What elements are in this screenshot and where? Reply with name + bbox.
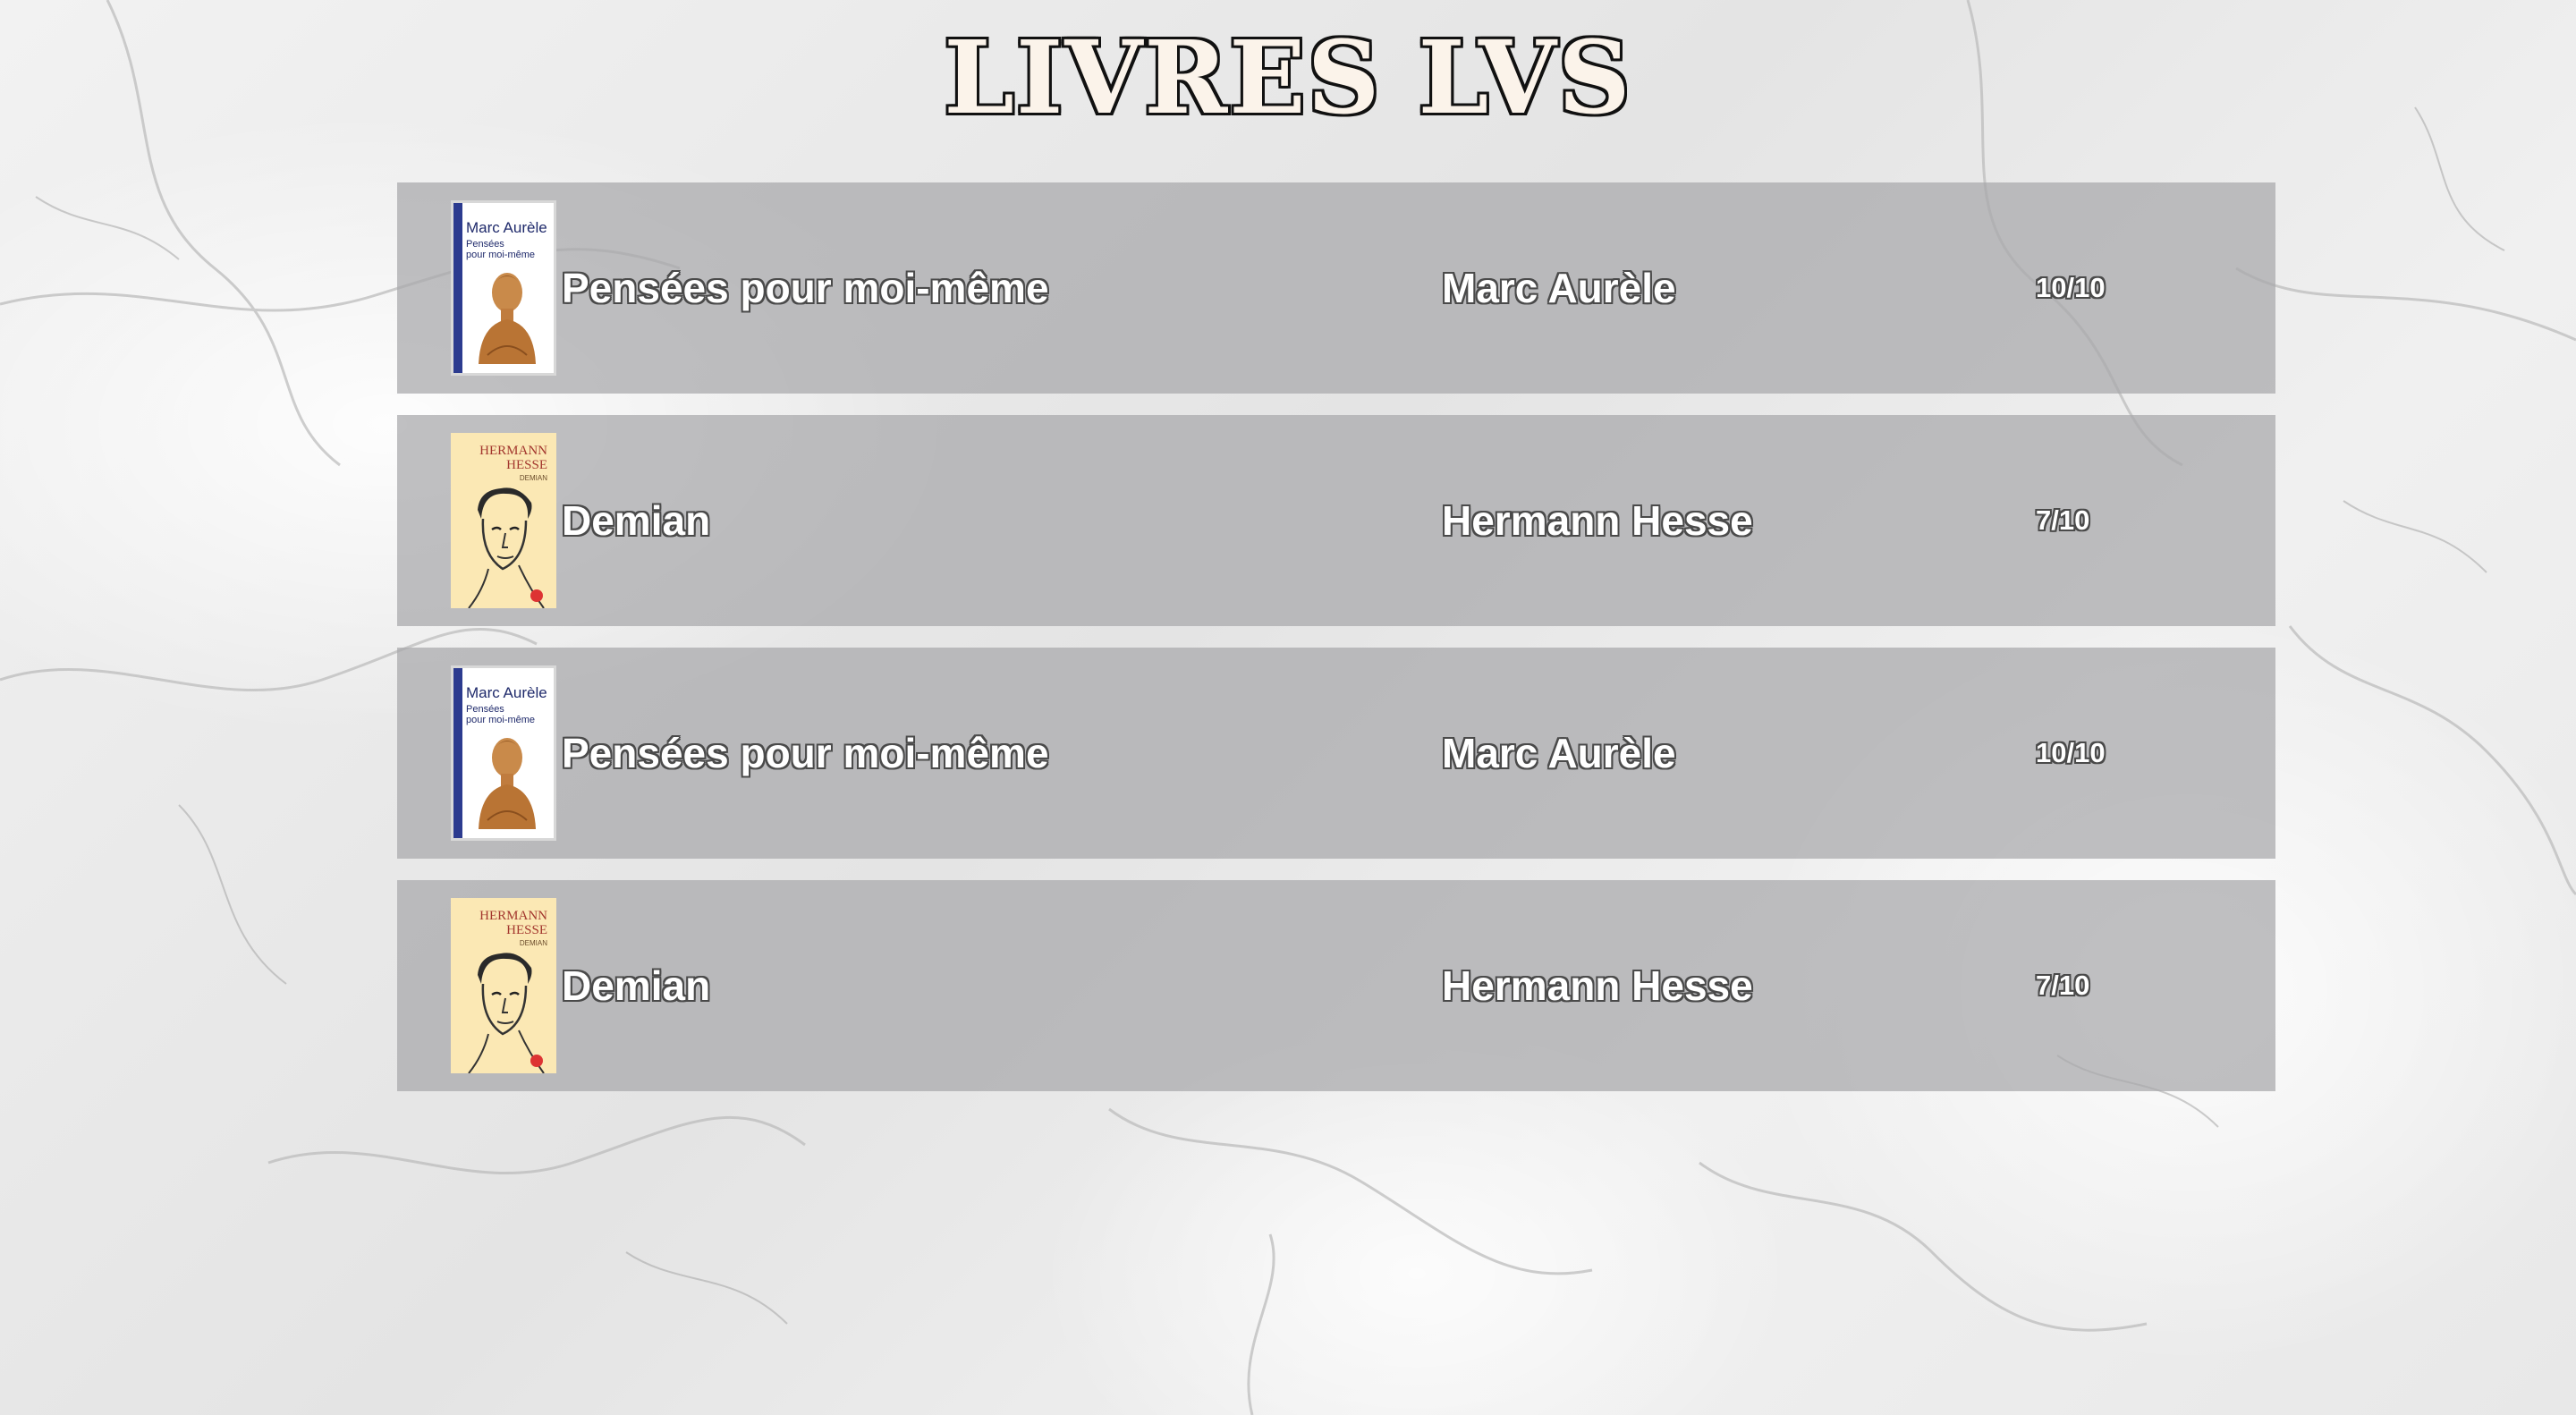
book-row[interactable]: HERMANN HESSE DEMIAN Demian Hermann Hess… (397, 415, 2275, 626)
book-cover-image: Marc Aurèle Pensées pour moi-même (451, 665, 556, 841)
cover-title: DEMIAN (519, 474, 547, 482)
book-row[interactable]: HERMANN HESSE DEMIAN Demian Hermann Hess… (397, 880, 2275, 1091)
cover-title: Marc Aurèle (466, 684, 547, 701)
book-rating: 7/10 (2036, 970, 2090, 1001)
book-row[interactable]: Marc Aurèle Pensées pour moi-même Pensée… (397, 648, 2275, 859)
cover-title: DEMIAN (519, 939, 547, 947)
book-cover-image: Marc Aurèle Pensées pour moi-même (451, 200, 556, 376)
book-rating: 10/10 (2036, 272, 2106, 303)
book-rating: 10/10 (2036, 737, 2106, 768)
book-author: Hermann Hesse (1442, 962, 1753, 1009)
cover-subtitle: Pensées pour moi-même (466, 704, 536, 725)
portrait-sketch-icon (468, 953, 545, 1073)
bust-illustration-icon (479, 738, 536, 829)
cover-accent-stripe (453, 668, 462, 838)
book-rating: 7/10 (2036, 504, 2090, 536)
book-title: Demian (562, 962, 711, 1009)
book-list: Marc Aurèle Pensées pour moi-même Pensée… (397, 182, 2275, 1113)
cover-author: HERMANN HESSE (479, 444, 547, 472)
cover-author: HERMANN HESSE (479, 909, 547, 937)
page-title: LIVRES LVS (944, 20, 1632, 137)
book-author: Marc Aurèle (1442, 730, 1676, 776)
book-title: Demian (562, 497, 711, 544)
cover-subtitle: Pensées pour moi-même (466, 239, 536, 260)
book-author: Hermann Hesse (1442, 497, 1753, 544)
cover-accent-stripe (453, 203, 462, 373)
book-title: Pensées pour moi-même (562, 265, 1049, 311)
book-cover-image: HERMANN HESSE DEMIAN (451, 898, 556, 1073)
cover-title: Marc Aurèle (466, 219, 547, 236)
book-row[interactable]: Marc Aurèle Pensées pour moi-même Pensée… (397, 182, 2275, 394)
book-title: Pensées pour moi-même (562, 730, 1049, 776)
book-author: Marc Aurèle (1442, 265, 1676, 311)
book-cover-image: HERMANN HESSE DEMIAN (451, 433, 556, 608)
bust-illustration-icon (479, 273, 536, 364)
portrait-sketch-icon (468, 487, 545, 608)
